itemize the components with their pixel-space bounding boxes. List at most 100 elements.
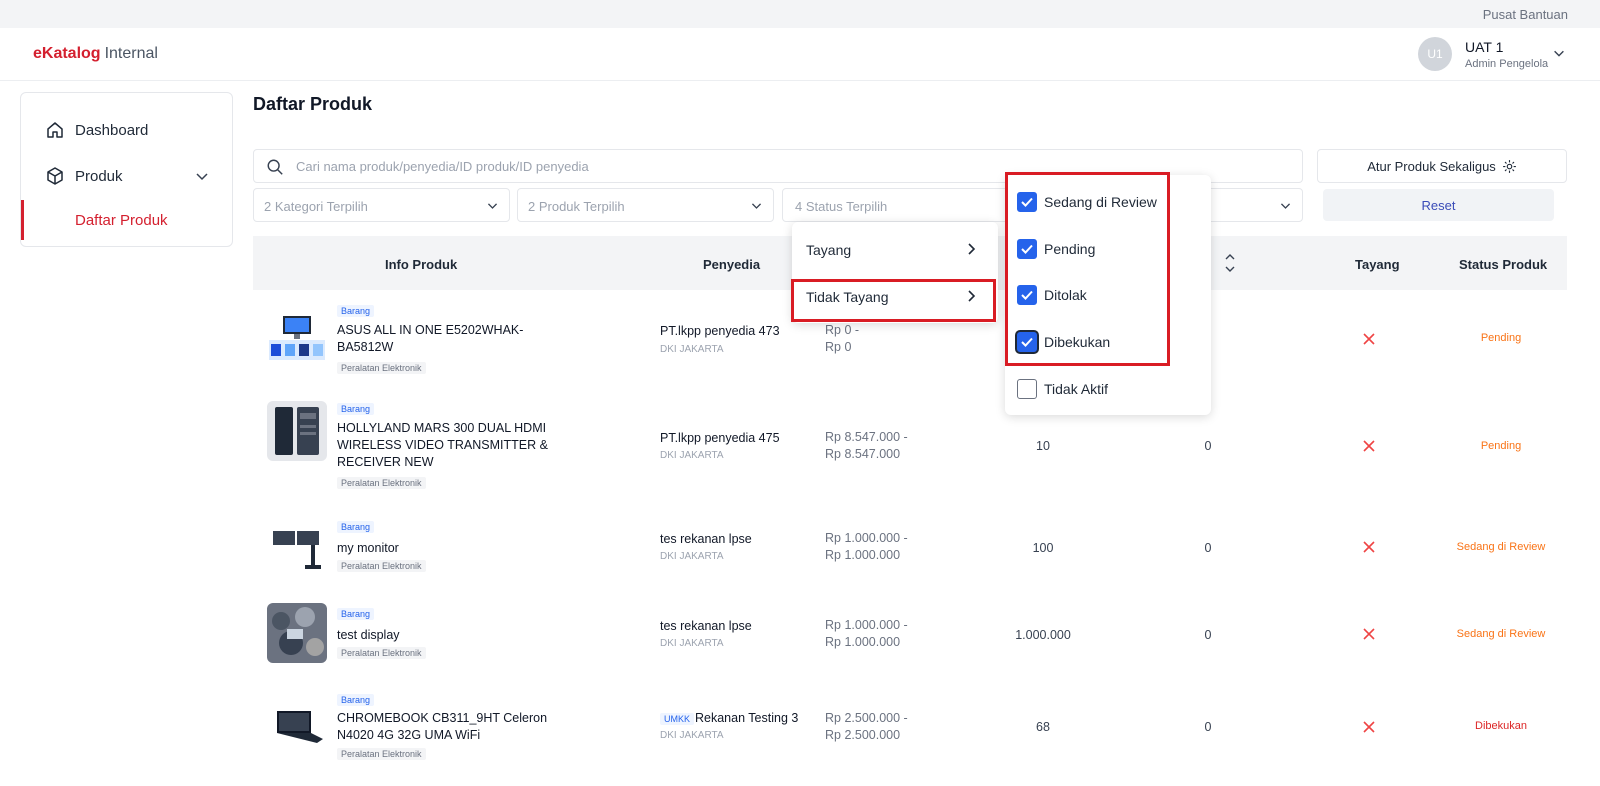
type-badge: Barang bbox=[337, 608, 375, 620]
help-link[interactable]: Pusat Bantuan bbox=[1483, 7, 1568, 22]
menu-item-label: Tayang bbox=[806, 242, 852, 258]
produk-dropdown-value: 2 Produk Terpilih bbox=[528, 199, 625, 214]
type-badge: Barang bbox=[337, 694, 375, 706]
close-icon bbox=[1363, 541, 1375, 553]
umkk-badge: UMKK bbox=[660, 713, 695, 725]
logo-sub: Internal bbox=[104, 45, 158, 62]
column-header-penyedia: Penyedia bbox=[703, 257, 761, 272]
stock-value: 10 bbox=[1036, 439, 1050, 453]
stock-value: 1.000.000 bbox=[1015, 628, 1071, 642]
table-row[interactable]: Barang CHROMEBOOK CB311_9HT Celeron N402… bbox=[253, 684, 1567, 784]
sidebar-item-daftar-produk[interactable]: Daftar Produk bbox=[21, 200, 232, 240]
vendor-name[interactable]: PT.lkpp penyedia 473 bbox=[660, 324, 780, 338]
sold-value: 0 bbox=[1204, 720, 1212, 734]
kategori-dropdown[interactable]: 2 Kategori Terpilih bbox=[253, 188, 510, 222]
table-row[interactable]: Barang my monitor Peralatan Elektronik t… bbox=[253, 513, 1567, 583]
vendor-name[interactable]: tes rekanan lpse bbox=[660, 532, 752, 546]
price-range: Rp 1.000.000 - Rp 1.000.000 bbox=[825, 618, 908, 649]
close-icon bbox=[1363, 333, 1375, 345]
user-name[interactable]: UAT 1 bbox=[1465, 39, 1503, 55]
chevron-down-icon bbox=[487, 203, 498, 209]
table-row[interactable]: Barang HOLLYLAND MARS 300 DUAL HDMI WIRE… bbox=[253, 392, 1567, 500]
vendor-name[interactable]: tes rekanan lpse bbox=[660, 619, 752, 633]
logo-mark: eKatalog bbox=[33, 45, 101, 62]
chevron-down-icon[interactable] bbox=[1552, 46, 1566, 60]
product-name[interactable]: ASUS ALL IN ONE E5202WHAK-BA5812W bbox=[337, 322, 557, 356]
product-thumbnail[interactable] bbox=[267, 699, 327, 759]
user-role: Admin Pengelola bbox=[1465, 58, 1549, 70]
search-icon bbox=[267, 159, 283, 175]
sold-value: 0 bbox=[1204, 541, 1212, 555]
category-badge: Peralatan Elektronik bbox=[337, 477, 426, 489]
avatar[interactable]: U1 bbox=[1418, 37, 1452, 71]
sidebar-item-label: Daftar Produk bbox=[75, 212, 168, 229]
sidebar-item-dashboard[interactable]: Dashboard bbox=[21, 110, 232, 150]
product-name[interactable]: test display bbox=[337, 627, 557, 644]
sidebar: Dashboard Produk Daftar Produk bbox=[20, 92, 233, 247]
chevron-down-icon bbox=[751, 203, 762, 209]
category-badge: Peralatan Elektronik bbox=[337, 362, 426, 374]
product-name[interactable]: CHROMEBOOK CB311_9HT Celeron N4020 4G 32… bbox=[337, 710, 557, 744]
vendor-location: DKI JAKARTA bbox=[660, 344, 724, 355]
price-range: Rp 2.500.000 - Rp 2.500.000 bbox=[825, 711, 908, 742]
product-thumbnail[interactable] bbox=[267, 603, 327, 663]
stock-value: 68 bbox=[1036, 720, 1050, 734]
close-icon bbox=[1363, 721, 1375, 733]
type-badge: Barang bbox=[337, 305, 375, 317]
column-header-info: Info Produk bbox=[385, 257, 458, 272]
column-header-tayang: Tayang bbox=[1355, 257, 1400, 272]
logo[interactable]: eKatalog Internal bbox=[33, 45, 158, 63]
active-indicator bbox=[21, 200, 24, 240]
price-range: Rp 1.000.000 - Rp 1.000.000 bbox=[825, 531, 908, 562]
produk-dropdown[interactable]: 2 Produk Terpilih bbox=[517, 188, 774, 222]
sold-value: 0 bbox=[1204, 439, 1212, 453]
vendor-location: DKI JAKARTA bbox=[660, 551, 724, 562]
category-badge: Peralatan Elektronik bbox=[337, 560, 426, 572]
type-badge: Barang bbox=[337, 403, 375, 415]
vendor-name[interactable]: PT.lkpp penyedia 475 bbox=[660, 431, 780, 445]
table-row[interactable]: Barang test display Peralatan Elektronik… bbox=[253, 600, 1567, 670]
status-badge: Dibekukan bbox=[1475, 720, 1527, 732]
atur-produk-label: Atur Produk Sekaligus bbox=[1367, 158, 1496, 174]
sidebar-item-produk[interactable]: Produk bbox=[21, 156, 232, 196]
header: eKatalog Internal U1 UAT 1 Admin Pengelo… bbox=[0, 28, 1600, 81]
stock-value: 100 bbox=[1032, 541, 1054, 555]
status-badge: Pending bbox=[1480, 440, 1522, 452]
status-option-label: Tidak Aktif bbox=[1044, 381, 1109, 397]
chevron-down-icon bbox=[196, 173, 208, 181]
box-icon bbox=[47, 167, 63, 185]
sort-icon[interactable] bbox=[1223, 251, 1237, 275]
vendor-location: DKI JAKARTA bbox=[660, 730, 724, 741]
category-badge: Peralatan Elektronik bbox=[337, 748, 426, 760]
status-option-tidak-aktif[interactable]: Tidak Aktif bbox=[1017, 377, 1108, 401]
price-range: Rp 8.547.000 - Rp 8.547.000 bbox=[825, 430, 908, 461]
highlight-box bbox=[791, 279, 996, 322]
type-badge: Barang bbox=[337, 521, 375, 533]
checkbox[interactable] bbox=[1017, 379, 1037, 399]
product-thumbnail[interactable] bbox=[267, 517, 327, 577]
close-icon bbox=[1363, 628, 1375, 640]
product-name[interactable]: my monitor bbox=[337, 540, 557, 557]
highlight-box bbox=[1005, 172, 1170, 366]
product-name[interactable]: HOLLYLAND MARS 300 DUAL HDMI WIRELESS VI… bbox=[337, 420, 557, 471]
close-icon bbox=[1363, 440, 1375, 452]
status-badge: Pending bbox=[1480, 332, 1522, 344]
page-title: Daftar Produk bbox=[253, 94, 373, 114]
kategori-dropdown-value: 2 Kategori Terpilih bbox=[264, 199, 368, 214]
product-thumbnail[interactable] bbox=[267, 304, 327, 364]
status-badge: Sedang di Review bbox=[1456, 541, 1546, 553]
sold-value: 0 bbox=[1204, 628, 1212, 642]
product-thumbnail[interactable] bbox=[267, 401, 327, 461]
sidebar-item-label: Dashboard bbox=[75, 121, 149, 139]
reset-button[interactable]: Reset bbox=[1323, 189, 1554, 221]
sidebar-item-label: Produk bbox=[75, 167, 123, 185]
status-dropdown-value: 4 Status Terpilih bbox=[795, 199, 888, 214]
atur-produk-button[interactable]: Atur Produk Sekaligus bbox=[1317, 149, 1567, 183]
menu-item-tayang[interactable]: Tayang bbox=[792, 226, 998, 272]
chevron-down-icon bbox=[1280, 203, 1291, 209]
gear-icon bbox=[1502, 159, 1516, 173]
home-icon bbox=[47, 122, 63, 138]
status-badge: Sedang di Review bbox=[1456, 628, 1546, 640]
category-badge: Peralatan Elektronik bbox=[337, 647, 426, 659]
vendor-name[interactable]: Rekanan Testing 3 bbox=[695, 711, 798, 725]
